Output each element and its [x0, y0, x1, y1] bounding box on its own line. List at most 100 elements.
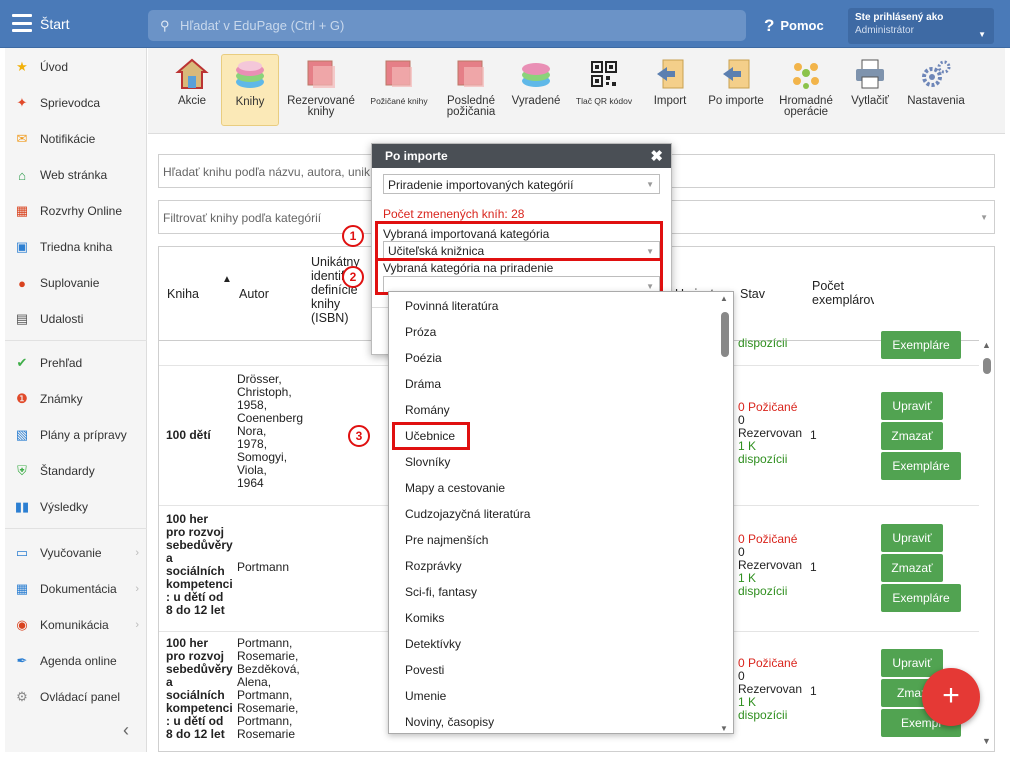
exemplare-button[interactable]: Exempláre — [881, 584, 961, 612]
toolbar-label: Požičané knihy — [370, 96, 428, 106]
dropdown-option[interactable]: Detektívky — [405, 637, 461, 651]
table-scrollbar[interactable]: ▲ ▼ — [980, 340, 994, 750]
caret-down-icon: ▼ — [646, 180, 654, 189]
caret-down-icon: ▼ — [980, 213, 988, 222]
sidebar-item-vysledky[interactable]: ▮▮ Výsledky — [5, 492, 147, 522]
edit-button[interactable]: Upraviť — [881, 524, 943, 552]
global-search-input[interactable]: ⚲ Hľadať v EduPage (Ctrl + G) — [148, 10, 746, 41]
edit-button[interactable]: Upraviť — [881, 392, 943, 420]
sidebar-item-label: Rozvrhy Online — [40, 204, 123, 218]
toolbar-knihy[interactable]: Knihy — [221, 54, 279, 126]
action-select[interactable]: Priradenie importovaných kategórií ▼ — [383, 174, 660, 194]
sidebar-item-notifikacie[interactable]: ✉ Notifikácie — [5, 124, 147, 154]
import-arrow-icon — [719, 57, 753, 91]
help-link[interactable]: ? Pomoc — [764, 15, 824, 35]
toolbar-rezervovane[interactable]: Rezervované knihy — [283, 54, 359, 126]
partial-row-stav: dispozícii — [738, 336, 788, 350]
sidebar-item-dokumentacia[interactable]: ▦ Dokumentácia › — [5, 574, 147, 604]
sidebar-item-web-stranka[interactable]: ⌂ Web stránka — [5, 160, 147, 190]
sidebar-item-znamky[interactable]: ❶ Známky — [5, 384, 147, 414]
dropdown-option[interactable]: Povesti — [405, 663, 444, 677]
scroll-down-icon[interactable]: ▼ — [720, 724, 728, 733]
toolbar-import[interactable]: Import — [642, 54, 698, 126]
sidebar-item-sprievodca[interactable]: ✦ Sprievodca — [5, 88, 147, 118]
toolbar-pozicane[interactable]: Požičané knihy — [366, 54, 432, 126]
scroll-up-icon[interactable]: ▲ — [982, 340, 991, 350]
dropdown-option[interactable]: Sci-fi, fantasy — [405, 585, 477, 599]
col-header-kniha[interactable]: Kniha — [167, 287, 199, 301]
table-row-author: Drösser, Christoph, 1958, Coenenberg Nor… — [237, 373, 303, 490]
col-header-pocet[interactable]: Počet exemplárov — [812, 279, 874, 307]
sidebar-item-uvod[interactable]: ★ Úvod — [5, 52, 147, 82]
toolbar-posledne[interactable]: Posledné požičania — [438, 54, 504, 126]
sidebar-item-standardy[interactable]: ⛨ Štandardy — [5, 456, 147, 486]
highlight-box-target — [375, 258, 663, 295]
dropdown-option[interactable]: Noviny, časopisy — [405, 715, 494, 729]
toolbar-po-importe[interactable]: Po importe — [702, 54, 770, 126]
people-icon — [789, 57, 823, 91]
red-book-icon — [382, 57, 416, 91]
scroll-down-icon[interactable]: ▼ — [982, 736, 991, 746]
grade-icon: ❶ — [16, 391, 28, 406]
sidebar-item-label: Agenda online — [40, 654, 117, 668]
dropdown-scroll-thumb[interactable] — [721, 312, 729, 357]
sidebar-item-triedna-kniha[interactable]: ▣ Triedna kniha — [5, 232, 147, 262]
user-menu[interactable]: Ste prihlásený ako Administrátor ▼ — [848, 8, 994, 44]
dropdown-scrollbar[interactable]: ▲ ▼ — [720, 294, 730, 733]
dropdown-option[interactable]: Poézia — [405, 351, 442, 365]
sidebar-item-agenda[interactable]: ✒ Agenda online — [5, 646, 147, 676]
col-header-stav[interactable]: Stav — [740, 287, 765, 301]
dropdown-option[interactable]: Pre najmenších — [405, 533, 488, 547]
dropdown-option[interactable]: Dráma — [405, 377, 441, 391]
toolbar-hromadne[interactable]: Hromadné operácie — [774, 54, 838, 126]
dropdown-option[interactable]: Umenie — [405, 689, 446, 703]
sidebar-item-label: Známky — [40, 392, 83, 406]
table-row-title[interactable]: 100 her pro rozvoj sebedůvěry a sociální… — [166, 637, 233, 741]
toolbar-nastavenia[interactable]: Nastavenia — [902, 54, 970, 126]
dropdown-option[interactable]: Slovníky — [405, 455, 450, 469]
table-row-title[interactable]: 100 her pro rozvoj sebedůvěry a sociální… — [166, 513, 233, 617]
dropdown-option[interactable]: Cudzojazyčná literatúra — [405, 507, 530, 521]
col-header-autor[interactable]: Autor — [239, 287, 269, 301]
sidebar: ★ Úvod ✦ Sprievodca ✉ Notifikácie ⌂ Web strá… — [5, 48, 147, 752]
brand-start[interactable]: Štart — [40, 16, 70, 32]
toolbar-tlac-qr[interactable]: Tlač QR kódov — [570, 54, 638, 126]
stav-available: dispozícii — [738, 452, 788, 466]
toolbar-vytlacit[interactable]: Vytlačiť — [842, 54, 898, 126]
dropdown-option[interactable]: Povinná literatúra — [405, 299, 498, 313]
sidebar-item-plany[interactable]: ▧ Plány a prípravy — [5, 420, 147, 450]
add-fab-button[interactable]: + — [922, 668, 980, 726]
sidebar-item-udalosti[interactable]: ▤ Udalosti — [5, 304, 147, 334]
dropdown-option[interactable]: Próza — [405, 325, 436, 339]
exemplare-button[interactable]: Exempláre — [881, 452, 961, 480]
stav-available: dispozícii — [738, 708, 788, 722]
sidebar-item-suplovanie[interactable]: ● Suplovanie — [5, 268, 147, 298]
dropdown-option[interactable]: Mapy a cestovanie — [405, 481, 505, 495]
person-icon: ● — [18, 275, 26, 291]
toolbar-akcie[interactable]: Akcie — [163, 54, 221, 126]
delete-button[interactable]: Zmazať — [881, 422, 943, 450]
sidebar-item-prehlad[interactable]: ✔ Prehľad — [5, 348, 147, 378]
collapse-sidebar-icon[interactable]: ‹ — [123, 720, 129, 741]
sidebar-item-vyucovanie[interactable]: ▭ Vyučovanie › — [5, 538, 147, 568]
sidebar-item-rozvrhy[interactable]: ▦ Rozvrhy Online — [5, 196, 147, 226]
scroll-up-icon[interactable]: ▲ — [720, 294, 728, 303]
import-arrow-icon — [653, 57, 687, 91]
exemplare-button[interactable]: Exempláre — [881, 331, 961, 359]
sidebar-item-ovladaci-panel[interactable]: ⚙ Ovládací panel — [5, 682, 147, 712]
header-line: (ISBN) — [311, 311, 349, 325]
table-row-author: Portmann, Rosemarie, Bezděková, Alena, P… — [237, 637, 300, 741]
table-row-title[interactable]: 100 dětí — [166, 429, 211, 442]
sidebar-item-label: Vyučovanie — [40, 546, 102, 560]
delete-button[interactable]: Zmazať — [881, 554, 943, 582]
dropdown-option[interactable]: Rozprávky — [405, 559, 462, 573]
sidebar-item-komunikacia[interactable]: ◉ Komunikácia › — [5, 610, 147, 640]
stack-icon — [519, 57, 553, 91]
dropdown-option[interactable]: Komiks — [405, 611, 444, 625]
scroll-thumb[interactable] — [983, 358, 991, 374]
stav-borrowed: 0 Požičané — [738, 657, 798, 670]
hamburger-menu-icon[interactable] — [12, 14, 32, 32]
toolbar-vyradene[interactable]: Vyradené — [505, 54, 567, 126]
dropdown-option[interactable]: Romány — [405, 403, 450, 417]
close-icon[interactable]: ✖ — [650, 147, 663, 165]
